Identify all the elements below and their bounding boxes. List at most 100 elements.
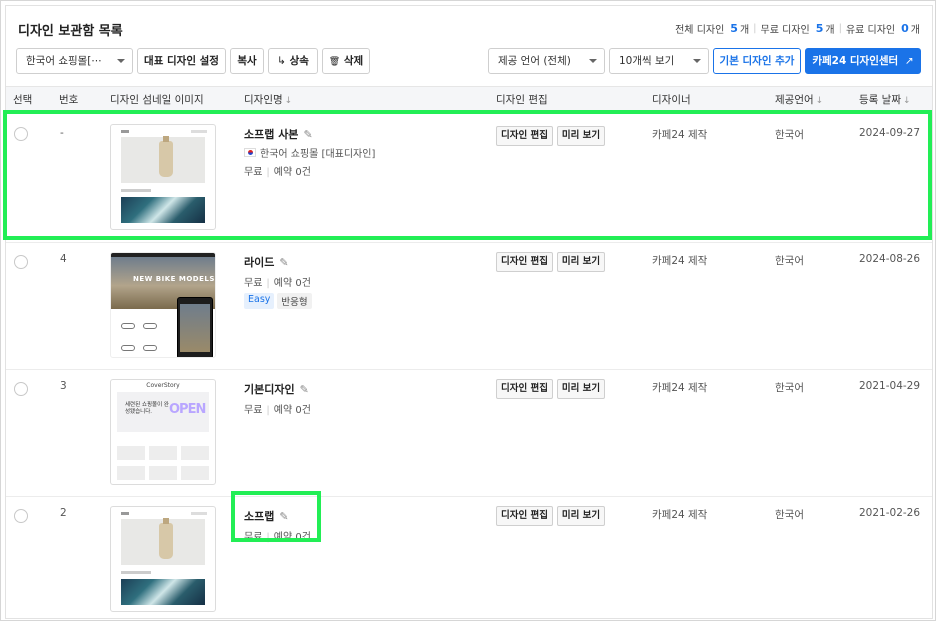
row-select-radio[interactable] xyxy=(14,509,28,523)
thumbnail-caption: 세련된 쇼핑몰이 완성됐습니다. xyxy=(125,402,169,415)
row-select-radio[interactable] xyxy=(14,382,28,396)
register-date: 2024-09-27 xyxy=(859,127,921,139)
row-number: 4 xyxy=(60,253,67,265)
total-design-count: 5 xyxy=(730,22,738,35)
meta-divider: | xyxy=(266,405,270,416)
design-name-text: 기본디자인 xyxy=(244,383,295,396)
design-meta: 무료 | 예약 0건 xyxy=(244,528,311,543)
table-header: 선택 번호 디자인 섬네일 이미지 디자인명 ↓ 디자인 편집 디자이너 제공언어… xyxy=(6,86,932,114)
thumbnail-caption: NEW BIKE MODELS xyxy=(133,275,215,283)
designer: 카페24 제작 xyxy=(652,509,708,521)
design-thumbnail[interactable] xyxy=(110,124,216,230)
table-row: 2 소프랩 ✎ 무료 | 예약 0건 디자인 편집 미리 보기 카페24 제작 한국어… xyxy=(6,497,932,619)
page-title: 디자인 보관함 목록 xyxy=(18,24,123,39)
design-name-text: 라이드 xyxy=(244,256,275,269)
design-edit-button[interactable]: 디자인 편집 xyxy=(496,506,553,526)
thumbnail-logo: CoverStory xyxy=(146,382,180,389)
window-frame: 디자인 보관함 목록 전체 디자인 5 개 | 무료 디자인 5 개 | 유료 … xyxy=(0,0,936,621)
meta-divider: | xyxy=(266,167,270,178)
pencil-icon[interactable]: ✎ xyxy=(303,128,312,141)
design-thumbnail[interactable]: NEW BIKE MODELS xyxy=(110,252,216,358)
row-number: - xyxy=(60,127,64,139)
thumbnail-badge: OPEN xyxy=(169,402,206,417)
column-number: 번호 xyxy=(59,94,79,106)
column-design-name[interactable]: 디자인명 ↓ xyxy=(244,87,292,115)
design-name-text: 소프랩 사본 xyxy=(244,128,299,141)
design-name: 기본디자인 ✎ xyxy=(244,381,309,397)
language: 한국어 xyxy=(775,129,804,141)
design-thumbnail[interactable]: CoverStory 세련된 쇼핑몰이 완성됐습니다. OPEN xyxy=(110,379,216,485)
table-row: 3 CoverStory 세련된 쇼핑몰이 완성됐습니다. OPEN 기본디자인… xyxy=(6,370,932,497)
copy-button[interactable]: 복사 xyxy=(230,48,264,74)
register-date: 2024-08-26 xyxy=(859,253,921,265)
paid-design-unit: 개 xyxy=(910,25,920,36)
column-thumbnail: 디자인 섬네일 이미지 xyxy=(110,94,204,106)
inherit-button[interactable]: ↳ 상속 xyxy=(268,48,318,74)
column-date[interactable]: 등록 날짜 ↓ xyxy=(859,87,911,115)
pencil-icon[interactable]: ✎ xyxy=(300,383,309,396)
language-filter-select[interactable]: 제공 언어 (전체) xyxy=(488,48,605,74)
total-design-unit: 개 xyxy=(739,25,750,36)
summary-divider: | xyxy=(838,23,842,34)
column-language-label: 제공언어 xyxy=(775,94,814,106)
design-edit-button[interactable]: 디자인 편집 xyxy=(496,252,553,272)
language-filter-value: 제공 언어 (전체) xyxy=(498,55,571,67)
designer: 카페24 제작 xyxy=(652,255,708,267)
design-meta: 무료 | 예약 0건 xyxy=(244,163,311,178)
preview-button[interactable]: 미리 보기 xyxy=(557,379,605,399)
language: 한국어 xyxy=(775,509,804,521)
shop-select-value: 한국어 쇼핑몰[⋯ xyxy=(26,55,102,67)
shop-label: 한국어 쇼핑몰 [대표디자인] xyxy=(260,149,376,160)
reservation-label: 예약 0건 xyxy=(273,405,311,416)
language: 한국어 xyxy=(775,255,804,267)
responsive-badge: 반응형 xyxy=(277,293,312,309)
design-thumbnail[interactable] xyxy=(110,506,216,612)
sort-arrow-icon: ↓ xyxy=(284,96,293,106)
row-select-radio[interactable] xyxy=(14,127,28,141)
column-design-edit: 디자인 편집 xyxy=(496,94,548,106)
trash-icon: 🗑 xyxy=(328,57,341,67)
row-number: 2 xyxy=(60,507,67,519)
design-edit-button[interactable]: 디자인 편집 xyxy=(496,126,553,146)
cafe24-design-center-button[interactable]: 카페24 디자인센터 ↗ xyxy=(805,48,921,74)
page-size-select[interactable]: 10개씩 보기 xyxy=(609,48,709,74)
reservation-label: 예약 0건 xyxy=(273,532,311,543)
meta-divider: | xyxy=(266,278,270,289)
total-design-label: 전체 디자인 xyxy=(675,25,725,36)
design-edit-button[interactable]: 디자인 편집 xyxy=(496,379,553,399)
design-count-summary: 전체 디자인 5 개 | 무료 디자인 5 개 | 유료 디자인 0 개 xyxy=(675,21,920,36)
price-label: 무료 xyxy=(244,167,263,178)
meta-divider: | xyxy=(266,532,270,543)
delete-button[interactable]: 🗑 삭제 xyxy=(322,48,370,74)
pencil-icon[interactable]: ✎ xyxy=(279,510,288,523)
register-date: 2021-04-29 xyxy=(859,380,921,392)
column-date-label: 등록 날짜 xyxy=(859,94,901,106)
pencil-icon[interactable]: ✎ xyxy=(279,256,288,269)
register-date: 2021-02-26 xyxy=(859,507,921,519)
preview-button[interactable]: 미리 보기 xyxy=(557,126,605,146)
shop-select[interactable]: 한국어 쇼핑몰[⋯ xyxy=(16,48,133,74)
preview-button[interactable]: 미리 보기 xyxy=(557,252,605,272)
row-number: 3 xyxy=(60,380,67,392)
price-label: 무료 xyxy=(244,405,263,416)
inherit-arrow-icon: ↳ xyxy=(277,55,286,67)
summary-divider: | xyxy=(753,23,757,34)
paid-design-count: 0 xyxy=(901,22,909,35)
chevron-down-icon xyxy=(589,59,597,63)
table-row: 4 NEW BIKE MODELS 라이드 ✎ 무료 | 예약 0건 Easy 반응형… xyxy=(6,243,932,370)
toolbar: 한국어 쇼핑몰[⋯ 대표 디자인 설정 복사 ↳ 상속 🗑 삭제 제공 언어 (… xyxy=(16,48,922,76)
korea-flag-icon xyxy=(244,148,256,157)
designer: 카페24 제작 xyxy=(652,382,708,394)
add-default-design-button[interactable]: 기본 디자인 추가 xyxy=(713,48,801,74)
inherit-label: 상속 xyxy=(289,55,309,67)
language: 한국어 xyxy=(775,382,804,394)
set-default-design-button[interactable]: 대표 디자인 설정 xyxy=(137,48,226,74)
page-size-value: 10개씩 보기 xyxy=(619,55,675,67)
column-language[interactable]: 제공언어 ↓ xyxy=(775,87,823,115)
row-select-radio[interactable] xyxy=(14,255,28,269)
sort-arrow-icon: ↓ xyxy=(902,96,911,106)
chevron-down-icon xyxy=(117,59,125,63)
paid-design-label: 유료 디자인 xyxy=(845,25,896,36)
design-name: 라이드 ✎ xyxy=(244,254,289,270)
preview-button[interactable]: 미리 보기 xyxy=(557,506,605,526)
